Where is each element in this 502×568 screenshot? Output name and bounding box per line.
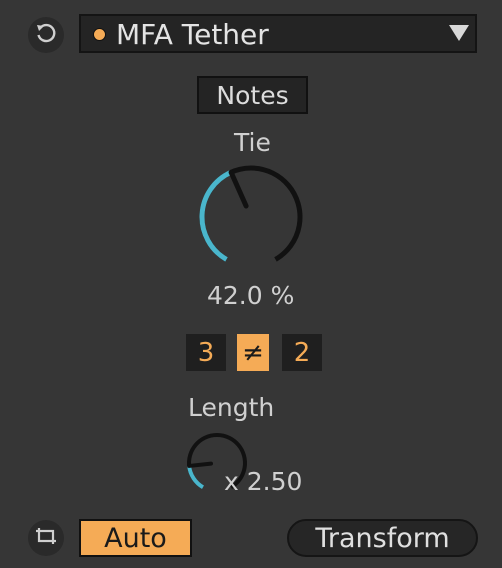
device-name: MFA Tether: [116, 18, 269, 51]
reset-button[interactable]: [28, 17, 64, 53]
triangle-down-icon[interactable]: [449, 25, 469, 41]
loop-icon: [35, 525, 57, 551]
notes-button[interactable]: Notes: [197, 76, 308, 114]
device-selector[interactable]: MFA Tether: [79, 14, 477, 53]
length-knob-needle: [187, 461, 214, 468]
transform-button[interactable]: Transform: [287, 519, 478, 557]
length-value: x 2.50: [224, 467, 303, 496]
ratio-numerator[interactable]: 3: [186, 334, 226, 371]
tie-knob-value-arc: [199, 169, 233, 262]
tie-knob[interactable]: [192, 162, 312, 274]
tie-label: Tie: [234, 128, 271, 157]
length-knob-value-arc: [187, 465, 205, 489]
loop-button[interactable]: [28, 520, 64, 556]
reset-icon: [34, 21, 58, 49]
ratio-denominator[interactable]: 2: [282, 334, 322, 371]
device-indicator: [93, 28, 106, 41]
length-label: Length: [188, 393, 275, 422]
auto-button[interactable]: Auto: [79, 519, 192, 557]
tie-knob-needle: [228, 169, 249, 209]
tie-value: 42.0 %: [207, 281, 295, 310]
ratio-operator-toggle[interactable]: ≠: [237, 334, 269, 371]
